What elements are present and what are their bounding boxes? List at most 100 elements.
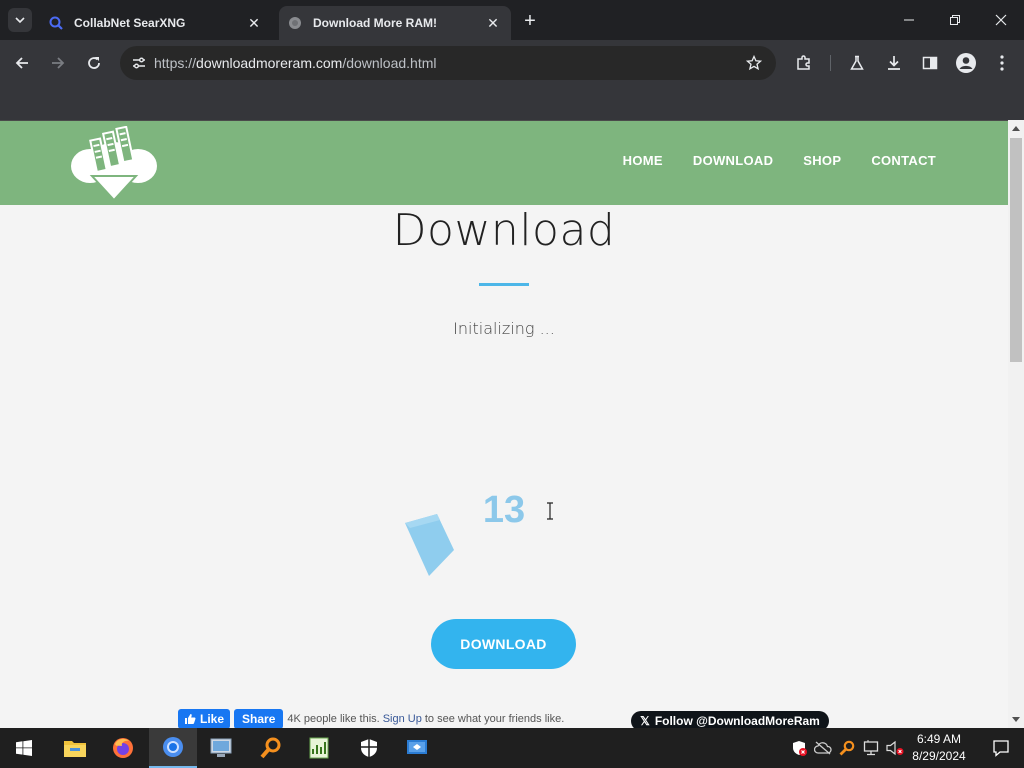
taskbar-spreadsheet-app[interactable] [295, 728, 343, 768]
url-scheme: https:// [154, 55, 197, 71]
tab-search-button[interactable] [8, 8, 32, 32]
spreadsheet-app-icon [309, 737, 329, 759]
forward-button[interactable] [43, 48, 73, 78]
globe-icon [287, 15, 303, 31]
new-tab-button[interactable]: + [518, 9, 542, 33]
tab-title: CollabNet SearXNG [74, 16, 186, 30]
taskbar-clock[interactable]: 6:49 AM 8/29/2024 [900, 731, 978, 765]
bookmarks-bar [0, 86, 1024, 120]
menu-button[interactable] [987, 48, 1017, 78]
windows-taskbar: 6:49 AM 8/29/2024 [0, 728, 1024, 768]
chrome-icon [163, 737, 183, 757]
minimize-button[interactable] [886, 0, 932, 40]
title-divider [479, 283, 529, 286]
taskbar-remote-desktop[interactable] [393, 728, 441, 768]
scroll-down-arrow-icon[interactable] [1012, 717, 1020, 722]
magnifier-tray-icon [839, 740, 855, 756]
arrow-left-icon [15, 57, 28, 69]
taskbar-network-app[interactable] [197, 728, 245, 768]
x-follow-label: Follow @DownloadMoreRam [654, 714, 820, 728]
download-status-text: Initializing ... [453, 319, 555, 338]
nav-link-contact[interactable]: CONTACT [871, 153, 936, 168]
flask-icon [850, 55, 864, 70]
x-follow-button[interactable]: 𝕏 Follow @DownloadMoreRam [631, 711, 829, 728]
close-icon[interactable]: ✕ [244, 13, 264, 33]
browser-tab-strip: CollabNet SearXNG ✕ Download More RAM! ✕… [0, 0, 1024, 40]
taskbar-security-app[interactable] [345, 728, 393, 768]
facebook-signup-link[interactable]: Sign Up [383, 713, 422, 725]
magnifier-app-icon [260, 737, 281, 759]
security-shield-icon [361, 739, 377, 757]
tab-download-more-ram[interactable]: Download More RAM! ✕ [279, 6, 511, 40]
side-panel-button[interactable] [915, 48, 945, 78]
network-app-icon [210, 738, 232, 757]
start-button[interactable] [0, 728, 48, 768]
nav-link-download[interactable]: DOWNLOAD [693, 153, 773, 168]
profile-button[interactable] [951, 48, 981, 78]
extensions-button[interactable] [789, 48, 819, 78]
tray-defender[interactable] [788, 728, 810, 768]
url-path: /download.html [342, 55, 437, 71]
countdown-number: 13 [482, 489, 526, 531]
arrow-right-icon [52, 57, 65, 69]
page-scrollbar[interactable] [1008, 120, 1024, 728]
reload-button[interactable] [79, 48, 109, 78]
facebook-like-button[interactable]: Like [178, 709, 231, 728]
puzzle-icon [797, 55, 810, 70]
taskbar-firefox[interactable] [99, 728, 147, 768]
x-logo-icon: 𝕏 [640, 714, 650, 728]
facebook-like-count: 4K people like this. [287, 713, 380, 725]
nav-link-shop[interactable]: SHOP [803, 153, 841, 168]
url-host: downloadmoreram.com [196, 55, 343, 71]
facebook-share-button[interactable]: Share [234, 709, 284, 728]
search-icon [48, 15, 64, 31]
nav-link-home[interactable]: HOME [623, 153, 663, 168]
browser-toolbar: https://downloadmoreram.com/download.htm… [0, 40, 1024, 86]
taskbar-search-tool[interactable] [247, 728, 295, 768]
defender-warning-icon [793, 741, 807, 756]
loading-spinner-icon [405, 514, 454, 576]
side-panel-icon [922, 56, 938, 70]
thumbs-up-icon [185, 714, 196, 724]
facebook-like-widget: Like Share 4K people like this. Sign Up … [178, 709, 564, 728]
toolbar-separator [830, 55, 831, 71]
address-bar[interactable]: https://downloadmoreram.com/download.htm… [120, 46, 776, 80]
site-nav: HOME DOWNLOAD SHOP CONTACT [623, 153, 936, 168]
windows-start-icon [16, 740, 32, 756]
taskbar-chrome[interactable] [149, 728, 197, 768]
text-cursor-icon [547, 502, 553, 520]
tab-collabnet-searxng[interactable]: CollabNet SearXNG ✕ [40, 6, 272, 40]
download-more-ram-logo[interactable] [68, 126, 160, 202]
taskbar-file-explorer[interactable] [51, 728, 99, 768]
action-center-button[interactable] [978, 728, 1024, 768]
bookmark-star-icon[interactable] [738, 55, 770, 71]
network-icon [863, 740, 879, 756]
back-button[interactable] [7, 48, 37, 78]
url-text[interactable]: https://downloadmoreram.com/download.htm… [154, 55, 738, 71]
notification-icon [993, 740, 1009, 757]
minimize-icon [904, 19, 914, 21]
restore-button[interactable] [932, 0, 978, 40]
tab-title: Download More RAM! [313, 16, 437, 30]
firefox-icon [113, 738, 133, 758]
site-settings-icon[interactable] [124, 55, 154, 71]
remote-desktop-icon [407, 740, 427, 754]
download-button[interactable]: DOWNLOAD [431, 619, 576, 669]
site-header: HOME DOWNLOAD SHOP CONTACT [0, 121, 1008, 205]
close-icon [995, 14, 1007, 26]
page-title: Download [392, 205, 616, 256]
avatar-icon [956, 53, 976, 73]
downloads-button[interactable] [879, 48, 909, 78]
clock-time: 6:49 AM [916, 732, 962, 746]
scroll-up-arrow-icon[interactable] [1012, 126, 1020, 131]
download-icon [888, 56, 900, 70]
kebab-menu-icon [1000, 55, 1004, 71]
labs-button[interactable] [842, 48, 872, 78]
close-icon[interactable]: ✕ [483, 13, 503, 33]
clock-date: 8/29/2024 [912, 749, 966, 763]
scrollbar-thumb[interactable] [1010, 138, 1022, 362]
tray-network[interactable] [860, 728, 882, 768]
tray-search-tool[interactable] [836, 728, 858, 768]
tray-cloud-sync[interactable] [812, 728, 834, 768]
window-close-button[interactable] [978, 0, 1024, 40]
